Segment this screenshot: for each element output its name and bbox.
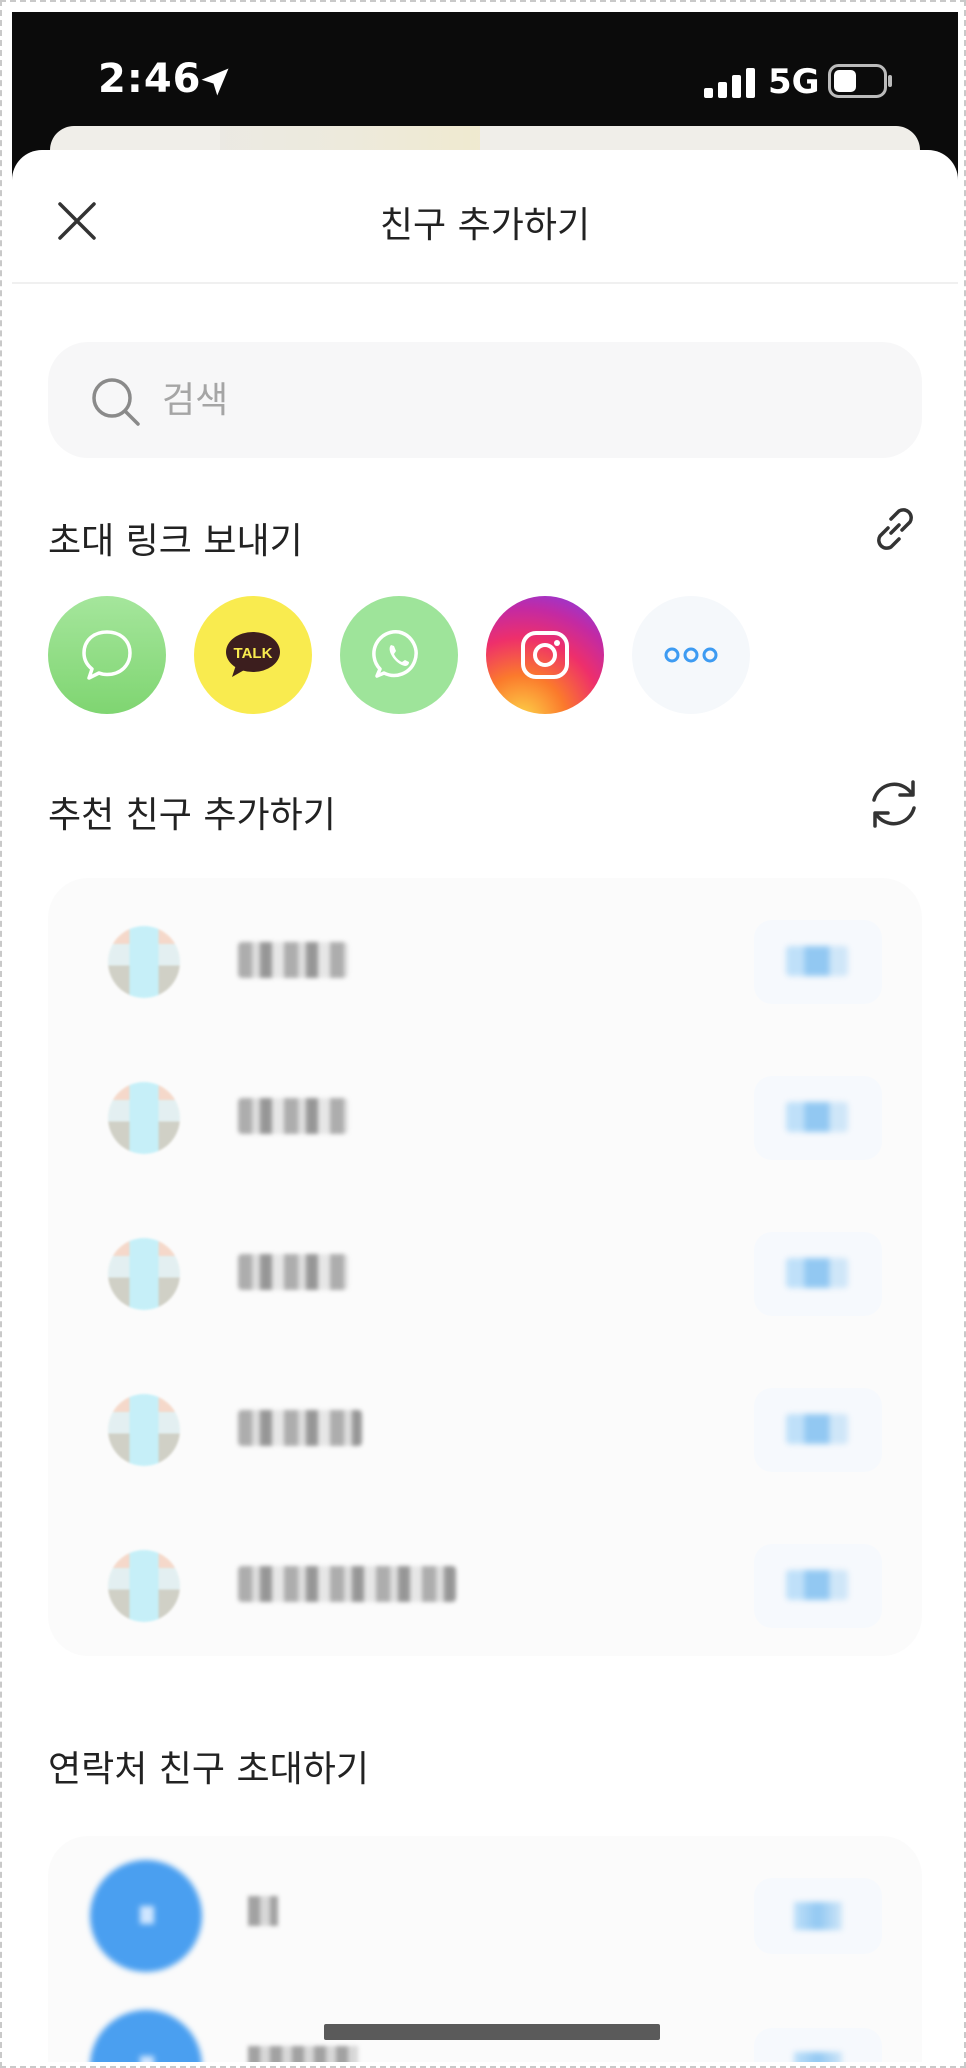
- search-icon: [92, 378, 140, 426]
- sheet-header: 친구 추가하기: [12, 150, 958, 284]
- list-item[interactable]: [48, 1046, 922, 1202]
- scroll-indicator[interactable]: [324, 2024, 660, 2040]
- search-bar[interactable]: [48, 342, 922, 458]
- avatar: [90, 2010, 202, 2062]
- recommended-friends-list: [48, 878, 922, 1656]
- add-label-redacted: [786, 1414, 848, 1444]
- share-messages-button[interactable]: [48, 596, 166, 714]
- add-label-redacted: [786, 946, 848, 976]
- list-item[interactable]: [48, 1358, 922, 1514]
- add-friend-button[interactable]: [754, 1544, 882, 1628]
- link-icon[interactable]: [868, 502, 922, 556]
- invite-label-redacted: [794, 2052, 842, 2062]
- invite-contact-button[interactable]: [754, 2028, 882, 2062]
- add-friend-button[interactable]: [754, 1388, 882, 1472]
- status-time: 2:46: [98, 56, 202, 102]
- invite-contact-button[interactable]: [754, 1878, 882, 1954]
- recommended-friends-title: 추천 친구 추가하기: [48, 795, 336, 836]
- speech-bubble-icon: [82, 630, 132, 680]
- avatar: [108, 1394, 180, 1466]
- add-label-redacted: [786, 1258, 848, 1288]
- friend-name-redacted: [238, 1566, 456, 1602]
- friend-name-redacted: [238, 1254, 348, 1290]
- contact-name-redacted: [248, 1896, 278, 1926]
- friend-name-redacted: [238, 1098, 348, 1134]
- add-label-redacted: [786, 1570, 848, 1600]
- contacts-invite-title: 연락처 친구 초대하기: [48, 1749, 369, 1790]
- add-friend-button[interactable]: [754, 920, 882, 1004]
- network-type-label: 5G: [768, 62, 820, 102]
- invite-label-redacted: [794, 1902, 842, 1930]
- list-item[interactable]: [48, 1836, 922, 1986]
- instagram-icon: [521, 631, 569, 679]
- search-input[interactable]: [162, 370, 862, 430]
- cellular-signal-icon: [704, 68, 755, 98]
- share-instagram-button[interactable]: [486, 596, 604, 714]
- friend-name-redacted: [238, 942, 348, 978]
- phone-screen: 2:46 5G 친구 추가하기 검색 초대 링크 보내기 TALK 추천 친구 …: [12, 12, 958, 2062]
- contact-name-redacted: [248, 2046, 358, 2062]
- battery-icon: [828, 64, 892, 98]
- list-item[interactable]: [48, 890, 922, 1046]
- add-friend-sheet: 친구 추가하기 초대 링크 보내기: [12, 150, 958, 2062]
- page-title: 친구 추가하기: [379, 205, 591, 246]
- list-item[interactable]: [48, 1514, 922, 1670]
- share-whatsapp-button[interactable]: [340, 596, 458, 714]
- add-friend-button[interactable]: [754, 1076, 882, 1160]
- avatar: [108, 1238, 180, 1310]
- list-item[interactable]: [48, 1202, 922, 1358]
- refresh-icon[interactable]: [866, 776, 922, 832]
- avatar: [90, 1860, 202, 1972]
- avatar: [108, 1082, 180, 1154]
- friend-name-redacted: [238, 1410, 362, 1446]
- add-label-redacted: [786, 1102, 848, 1132]
- kakaotalk-icon: TALK: [226, 632, 280, 677]
- kakaotalk-label: TALK: [234, 645, 273, 662]
- avatar: [108, 1550, 180, 1622]
- share-more-button[interactable]: [632, 596, 750, 714]
- avatar: [108, 926, 180, 998]
- invite-link-title: 초대 링크 보내기: [48, 521, 303, 562]
- share-kakaotalk-button[interactable]: TALK: [194, 596, 312, 714]
- add-friend-button[interactable]: [754, 1232, 882, 1316]
- screenshot-frame: 2:46 5G 친구 추가하기 검색 초대 링크 보내기 TALK 추천 친구 …: [0, 0, 966, 2068]
- more-dots-icon: [664, 647, 718, 663]
- whatsapp-icon: [372, 630, 418, 678]
- location-arrow-icon: [201, 68, 229, 96]
